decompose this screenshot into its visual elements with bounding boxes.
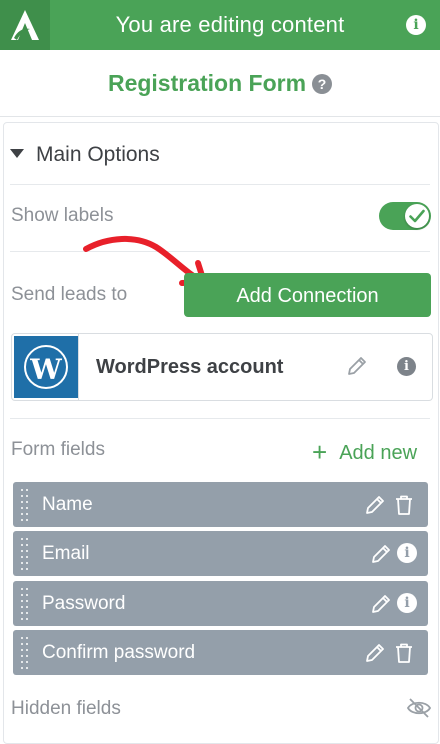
drag-handle-icon[interactable] xyxy=(21,489,30,521)
trash-icon[interactable] xyxy=(393,494,415,516)
drag-handle-icon[interactable] xyxy=(21,588,30,620)
wordpress-logo: W xyxy=(14,336,78,398)
plus-icon: + xyxy=(312,437,328,467)
edit-pencil-icon[interactable] xyxy=(364,642,386,664)
edit-pencil-icon[interactable] xyxy=(370,593,392,615)
show-labels-label: Show labels xyxy=(11,205,114,226)
page-title: Registration Form? xyxy=(0,70,440,97)
check-icon xyxy=(409,209,425,223)
form-title-text: Registration Form xyxy=(107,70,307,96)
form-field-row-password[interactable]: Password i xyxy=(13,581,428,626)
divider xyxy=(0,116,440,117)
info-icon[interactable]: i xyxy=(406,15,426,35)
divider xyxy=(78,334,79,400)
field-label: Password xyxy=(42,593,126,614)
field-label: Name xyxy=(42,494,93,515)
add-new-field-button[interactable]: + Add new xyxy=(312,437,417,468)
wordpress-icon: W xyxy=(24,345,68,389)
editing-banner-title: You are editing content xyxy=(115,12,345,37)
app-logo[interactable] xyxy=(0,0,50,50)
form-field-row-confirm-password[interactable]: Confirm password xyxy=(13,630,428,675)
form-field-row-name[interactable]: Name xyxy=(13,482,428,527)
field-label: Confirm password xyxy=(42,642,196,663)
form-fields-label: Form fields xyxy=(11,439,105,460)
hidden-fields-label: Hidden fields xyxy=(11,698,121,719)
toggle-knob xyxy=(405,204,429,228)
info-icon[interactable]: i xyxy=(397,543,417,563)
drag-handle-icon[interactable] xyxy=(21,637,30,669)
wordpress-logo-letter: W xyxy=(30,353,62,386)
collapse-triangle-icon xyxy=(10,149,24,158)
connection-name: WordPress account xyxy=(96,356,284,378)
field-label: Email xyxy=(42,543,90,564)
main-options-heading: Main Options xyxy=(36,143,160,166)
trash-icon[interactable] xyxy=(393,642,415,664)
logo-icon xyxy=(11,10,39,40)
editor-topbar: You are editing content i xyxy=(0,0,440,50)
add-connection-button[interactable]: Add Connection xyxy=(184,273,431,317)
divider xyxy=(10,251,430,252)
divider xyxy=(10,184,430,185)
help-icon[interactable]: ? xyxy=(312,74,333,94)
info-icon[interactable]: i xyxy=(397,593,417,613)
add-new-label: Add new xyxy=(339,442,418,464)
edit-connection-pencil-icon[interactable] xyxy=(346,355,368,377)
drag-handle-icon[interactable] xyxy=(21,538,30,570)
form-field-row-email[interactable]: Email i xyxy=(13,531,428,576)
connection-info-icon[interactable]: i xyxy=(397,357,416,376)
edit-pencil-icon[interactable] xyxy=(370,543,392,565)
main-options-toggle[interactable]: Main Options xyxy=(10,143,160,167)
connection-card-wordpress: W WordPress account i xyxy=(11,333,433,401)
eye-off-icon[interactable] xyxy=(406,697,432,719)
divider xyxy=(10,418,430,419)
show-labels-toggle[interactable] xyxy=(379,202,431,230)
edit-pencil-icon[interactable] xyxy=(364,494,386,516)
